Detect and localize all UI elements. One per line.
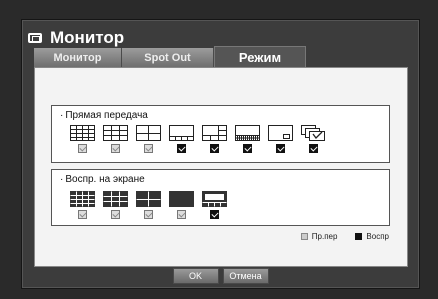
layout-option[interactable] [198, 125, 231, 153]
footer: OK Отмена [22, 268, 419, 288]
live-group-title: · Прямая передача [60, 110, 148, 121]
layout-checkbox[interactable] [177, 144, 186, 153]
single-layout-icon[interactable] [169, 191, 194, 207]
layout-checkbox[interactable] [276, 144, 285, 153]
ok-button[interactable]: OK [172, 268, 219, 284]
legend-inactive: Пр.пер [300, 232, 338, 241]
grid-9-layout-icon[interactable] [103, 125, 128, 141]
layout-option[interactable] [99, 125, 132, 153]
grid-16-layout-icon[interactable] [70, 191, 95, 207]
legend: Пр.пер Воспр [283, 232, 389, 241]
layout-checkbox[interactable] [78, 144, 87, 153]
legend-inactive-label: Пр.пер [311, 232, 338, 241]
grid-9-layout-icon[interactable] [103, 191, 128, 207]
layout-option[interactable] [66, 191, 99, 219]
layout-option[interactable] [231, 125, 264, 153]
layout-option[interactable] [99, 191, 132, 219]
layout-option[interactable] [132, 191, 165, 219]
monitor-dialog: Монитор Монитор Spot Out Режим · Прямая п… [21, 19, 420, 289]
layout-checkbox[interactable] [111, 210, 120, 219]
title-bar: Монитор [28, 26, 124, 50]
cancel-button[interactable]: Отмена [222, 268, 269, 284]
window-title: Монитор [50, 28, 125, 47]
layout-option[interactable] [264, 125, 297, 153]
legend-active-label: Воспр [366, 232, 389, 241]
layout-option[interactable] [132, 125, 165, 153]
monitor-icon [28, 33, 42, 43]
legend-active: Воспр [355, 232, 389, 241]
live-group: · Прямая передача [51, 105, 390, 163]
layout-checkbox[interactable] [111, 144, 120, 153]
layout-checkbox[interactable] [177, 210, 186, 219]
playback-group-title: · Воспр. на экране [60, 174, 145, 185]
layout-checkbox[interactable] [144, 210, 153, 219]
layout-1-plus-7-icon[interactable] [202, 191, 227, 207]
layout-checkbox[interactable] [243, 144, 252, 153]
grid-4-layout-icon[interactable] [136, 191, 161, 207]
grid-4-layout-icon[interactable] [136, 125, 161, 141]
mode-panel: · Прямая передача · Воспр. на экране Пр.пе… [34, 67, 408, 267]
tab-bar: Монитор Spot Out Режим [34, 46, 312, 67]
layout-checkbox[interactable] [210, 210, 219, 219]
unchecked-swatch-icon [300, 233, 308, 240]
layout-option[interactable] [165, 191, 198, 219]
layout-checkbox[interactable] [210, 144, 219, 153]
sequence-layout-icon[interactable] [301, 125, 326, 141]
tab-monitor[interactable]: Монитор [34, 48, 122, 67]
tab-mode[interactable]: Режим [214, 46, 306, 67]
pip-layout-icon[interactable] [268, 125, 293, 141]
layout-1-plus-5-icon[interactable] [202, 125, 227, 141]
layout-checkbox[interactable] [309, 144, 318, 153]
playback-group: · Воспр. на экране [51, 169, 390, 226]
checked-swatch-icon [355, 233, 363, 240]
playback-options [66, 191, 231, 219]
live-options [66, 125, 330, 153]
layout-1-plus-7-icon[interactable] [169, 125, 194, 141]
layout-checkbox[interactable] [144, 144, 153, 153]
layout-option[interactable] [66, 125, 99, 153]
layout-1-plus-12-icon[interactable] [235, 125, 260, 141]
layout-option[interactable] [198, 191, 231, 219]
layout-option[interactable] [297, 125, 330, 153]
grid-16-layout-icon[interactable] [70, 125, 95, 141]
tab-spot-out[interactable]: Spot Out [122, 48, 214, 67]
layout-checkbox[interactable] [78, 210, 87, 219]
layout-option[interactable] [165, 125, 198, 153]
